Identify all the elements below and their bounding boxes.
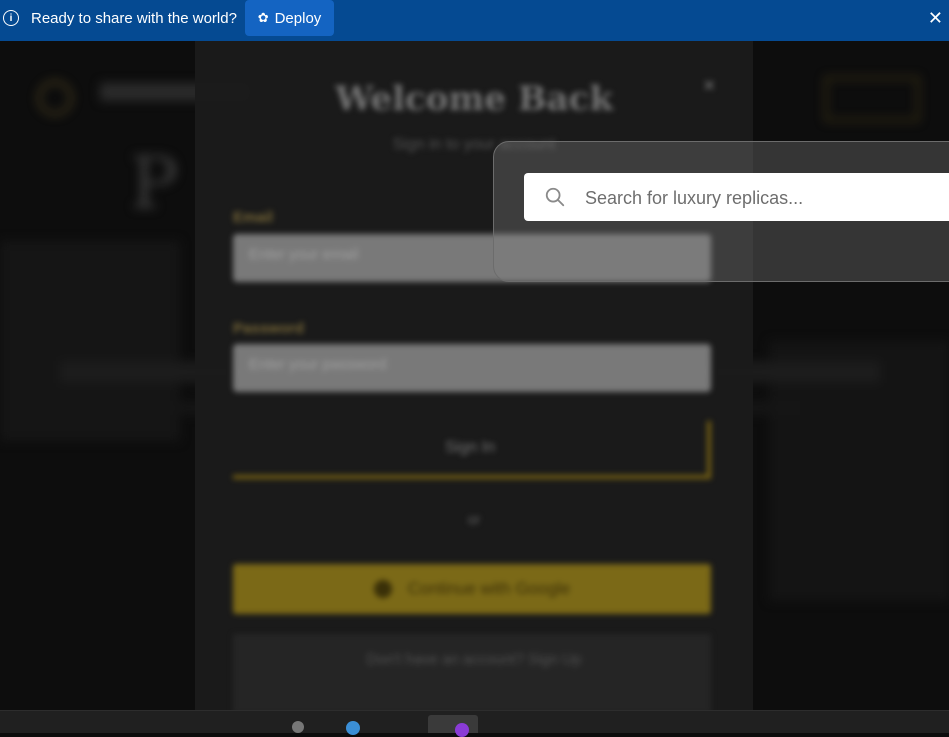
taskbar bbox=[0, 710, 949, 737]
google-icon bbox=[373, 580, 392, 598]
modal-close-icon[interactable]: × bbox=[703, 75, 715, 98]
or-divider: or bbox=[467, 511, 481, 527]
sign-in-button[interactable]: Sign In bbox=[233, 421, 711, 479]
google-button-label: Continue with Google bbox=[407, 579, 571, 598]
taskbar-app-icon[interactable] bbox=[292, 721, 304, 733]
header-sign-in-button bbox=[825, 77, 919, 121]
taskbar-browser-icon[interactable] bbox=[346, 721, 360, 735]
search-input[interactable] bbox=[583, 173, 947, 223]
password-label: Password bbox=[233, 320, 304, 337]
google-sign-in-button[interactable]: Continue with Google bbox=[233, 564, 711, 614]
logo-icon bbox=[38, 81, 72, 115]
sign-up-link[interactable]: Don't have an account? Sign Up bbox=[195, 651, 753, 668]
deploy-button[interactable]: ✿ Deploy bbox=[245, 0, 334, 36]
search-box[interactable] bbox=[524, 173, 949, 223]
deploy-icon: ✿ bbox=[257, 10, 269, 25]
email-label: Email bbox=[233, 209, 274, 226]
search-icon bbox=[545, 187, 565, 207]
deploy-notification-bar: i Ready to share with the world? ✿ Deplo… bbox=[0, 0, 949, 41]
password-field[interactable]: Enter your password bbox=[233, 344, 711, 392]
hero-title: P bbox=[130, 141, 179, 225]
taskbar-active-app[interactable] bbox=[428, 715, 478, 733]
info-icon: i bbox=[3, 10, 19, 26]
taskbar-app-icon-purple[interactable] bbox=[455, 723, 469, 737]
deploy-message: Ready to share with the world? bbox=[31, 10, 237, 27]
close-icon[interactable]: ✕ bbox=[928, 9, 943, 27]
modal-footer-panel bbox=[233, 634, 711, 710]
deploy-button-label: Deploy bbox=[274, 9, 322, 27]
modal-title: Welcome Back bbox=[335, 79, 613, 119]
